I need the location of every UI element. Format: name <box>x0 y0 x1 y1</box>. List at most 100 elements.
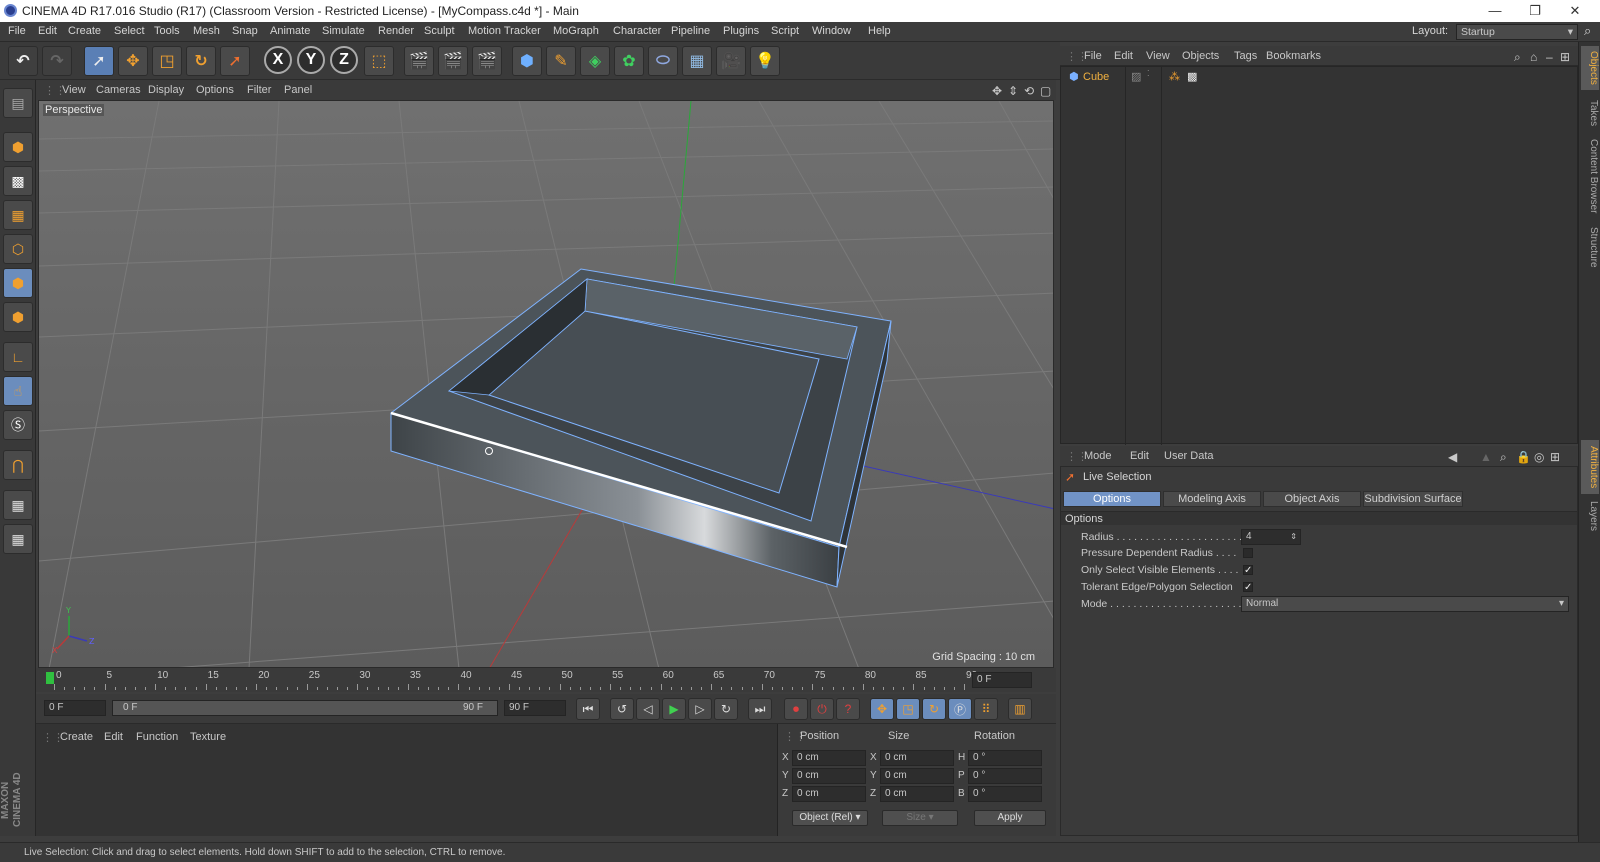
minimize-panel-icon[interactable]: – <box>1546 50 1553 64</box>
previous-key-icon[interactable]: ↺ <box>610 698 634 720</box>
side-tab-attributes[interactable]: Attributes <box>1581 440 1599 494</box>
z-axis-lock-icon[interactable]: Z <box>330 46 358 74</box>
layer-icon[interactable]: ▨ <box>1131 70 1141 83</box>
viewport-menu-panel[interactable]: Panel <box>284 84 312 96</box>
tab-object-axis[interactable]: Object Axis <box>1263 491 1361 507</box>
undo-icon[interactable]: ↶ <box>8 46 38 76</box>
y-axis-lock-icon[interactable]: Y <box>297 46 325 74</box>
live-selection-icon[interactable]: ➚ <box>84 46 114 76</box>
start-frame-field[interactable]: 0 F <box>44 700 106 716</box>
minimize-icon[interactable]: — <box>1480 2 1510 20</box>
tab-options[interactable]: Options <box>1063 491 1161 507</box>
coordinate-system-icon[interactable]: ⬚ <box>364 46 394 76</box>
size-z-field[interactable]: 0 cm <box>880 786 954 802</box>
objects-menu-edit[interactable]: Edit <box>1114 50 1133 62</box>
layout-dropdown[interactable]: Startup ▾ <box>1456 24 1578 40</box>
keyframe-selection-icon[interactable]: ? <box>836 698 860 720</box>
spline-pen-icon[interactable]: ✎ <box>546 46 576 76</box>
position-x-field[interactable]: 0 cm <box>792 750 866 766</box>
menu-select[interactable]: Select <box>114 25 145 37</box>
back-arrow-icon[interactable]: ◀ <box>1448 450 1457 464</box>
go-to-end-icon[interactable]: ⏭ <box>748 698 772 720</box>
position-z-field[interactable]: 0 cm <box>792 786 866 802</box>
radius-field[interactable]: 4 ⇕ <box>1241 529 1301 545</box>
model-mode-icon[interactable]: ⬢ <box>3 132 33 162</box>
workplane-lock-icon[interactable]: ▦ <box>3 490 33 520</box>
viewport-menu-view[interactable]: View <box>62 84 86 96</box>
edges-mode-icon[interactable]: ⬢ <box>3 268 33 298</box>
floor-icon[interactable]: ▦ <box>682 46 712 76</box>
menu-script[interactable]: Script <box>771 25 799 37</box>
search-icon[interactable]: ⌕ <box>1514 50 1521 65</box>
redo-icon[interactable]: ↷ <box>42 46 72 76</box>
solo-mode-icon[interactable]: Ⓢ <box>3 410 33 440</box>
points-mode-icon[interactable]: ⬡ <box>3 234 33 264</box>
side-tab-objects[interactable]: Objects <box>1581 46 1599 90</box>
cube-primitive-icon[interactable]: ⬢ <box>512 46 542 76</box>
tab-modeling-axis[interactable]: Modeling Axis <box>1163 491 1261 507</box>
pan-icon[interactable]: ✥ <box>992 84 1002 98</box>
record-scale-icon[interactable]: ◳ <box>896 698 920 720</box>
material-menu-texture[interactable]: Texture <box>190 731 226 743</box>
object-row-cube[interactable]: ⬢ Cube ▨ ⁚ ⁂ ▩ <box>1065 69 1545 85</box>
menu-motion-tracker[interactable]: Motion Tracker <box>468 25 541 37</box>
menu-character[interactable]: Character <box>613 25 661 37</box>
menu-snap[interactable]: Snap <box>232 25 258 37</box>
menu-sculpt[interactable]: Sculpt <box>424 25 455 37</box>
light-icon[interactable]: 💡 <box>750 46 780 76</box>
rotate-icon[interactable]: ↻ <box>186 46 216 76</box>
frame-range-slider[interactable]: 0 F 90 F <box>112 700 498 716</box>
menu-help[interactable]: Help <box>868 25 891 37</box>
planar-workplane-icon[interactable]: ▦ <box>3 524 33 554</box>
home-icon[interactable]: ⌂ <box>1530 50 1537 64</box>
polygons-mode-icon[interactable]: ⬢ <box>3 302 33 332</box>
search-icon[interactable]: ⌕ <box>1584 23 1591 39</box>
texture-tag-icon[interactable]: ▩ <box>1187 70 1197 83</box>
size-mode-dropdown[interactable]: Size ▾ <box>882 810 958 826</box>
stepper-arrows-icon[interactable]: ⇕ <box>1290 530 1297 544</box>
objects-menu-view[interactable]: View <box>1146 50 1170 62</box>
previous-frame-icon[interactable]: ◁ <box>636 698 660 720</box>
position-y-field[interactable]: 0 cm <box>792 768 866 784</box>
viewport-menu-display[interactable]: Display <box>148 84 184 96</box>
menu-window[interactable]: Window <box>812 25 851 37</box>
material-menu-edit[interactable]: Edit <box>104 731 123 743</box>
menu-create[interactable]: Create <box>68 25 101 37</box>
record-parameter-icon[interactable]: Ⓟ <box>948 698 972 720</box>
size-x-field[interactable]: 0 cm <box>880 750 954 766</box>
search-icon[interactable]: ⌕ <box>1500 450 1507 465</box>
menu-tools[interactable]: Tools <box>154 25 180 37</box>
pressure-radius-checkbox[interactable] <box>1243 548 1253 558</box>
new-panel-icon[interactable]: ⊞ <box>1550 450 1560 464</box>
material-menu-function[interactable]: Function <box>136 731 178 743</box>
mode-dropdown[interactable]: Normal ▾ <box>1241 596 1569 612</box>
viewport-menu-cameras[interactable]: Cameras <box>96 84 141 96</box>
record-point-level-icon[interactable]: ⠿ <box>974 698 998 720</box>
objects-menu-bookmarks[interactable]: Bookmarks <box>1266 50 1321 62</box>
next-key-icon[interactable]: ↻ <box>714 698 738 720</box>
menu-animate[interactable]: Animate <box>270 25 310 37</box>
viewport-menu-options[interactable]: Options <box>196 84 234 96</box>
play-icon[interactable]: ▶ <box>662 698 686 720</box>
material-manager[interactable]: ⋮⋮ Create Edit Function Texture <box>36 724 778 836</box>
next-frame-icon[interactable]: ▷ <box>688 698 712 720</box>
objects-menu-objects[interactable]: Objects <box>1182 50 1219 62</box>
lock-icon[interactable]: 🔒 <box>1516 450 1531 464</box>
menu-simulate[interactable]: Simulate <box>322 25 365 37</box>
render-picture-viewer-icon[interactable]: 🎬 <box>438 46 468 76</box>
perspective-viewport[interactable]: Y Z X Perspective Grid Spacing : 10 cm <box>38 100 1054 668</box>
tolerant-selection-checkbox[interactable]: ✓ <box>1243 582 1253 593</box>
deformer-icon[interactable]: ⬭ <box>648 46 678 76</box>
side-tab-content-browser[interactable]: Content Browser <box>1581 136 1599 216</box>
attributes-menu-user-data[interactable]: User Data <box>1164 450 1214 462</box>
objects-menu-file[interactable]: File <box>1084 50 1102 62</box>
render-view-icon[interactable]: 🎬 <box>404 46 434 76</box>
apply-button[interactable]: Apply <box>974 810 1046 826</box>
object-manager[interactable]: ⬢ Cube ▨ ⁚ ⁂ ▩ <box>1060 66 1578 445</box>
go-to-start-icon[interactable]: ⏮ <box>576 698 600 720</box>
rotation-b-field[interactable]: 0 ° <box>968 786 1042 802</box>
attributes-menu-edit[interactable]: Edit <box>1130 450 1149 462</box>
subdivision-surface-icon[interactable]: ◈ <box>580 46 610 76</box>
menu-pipeline[interactable]: Pipeline <box>671 25 710 37</box>
visible-elements-checkbox[interactable]: ✓ <box>1243 565 1253 576</box>
